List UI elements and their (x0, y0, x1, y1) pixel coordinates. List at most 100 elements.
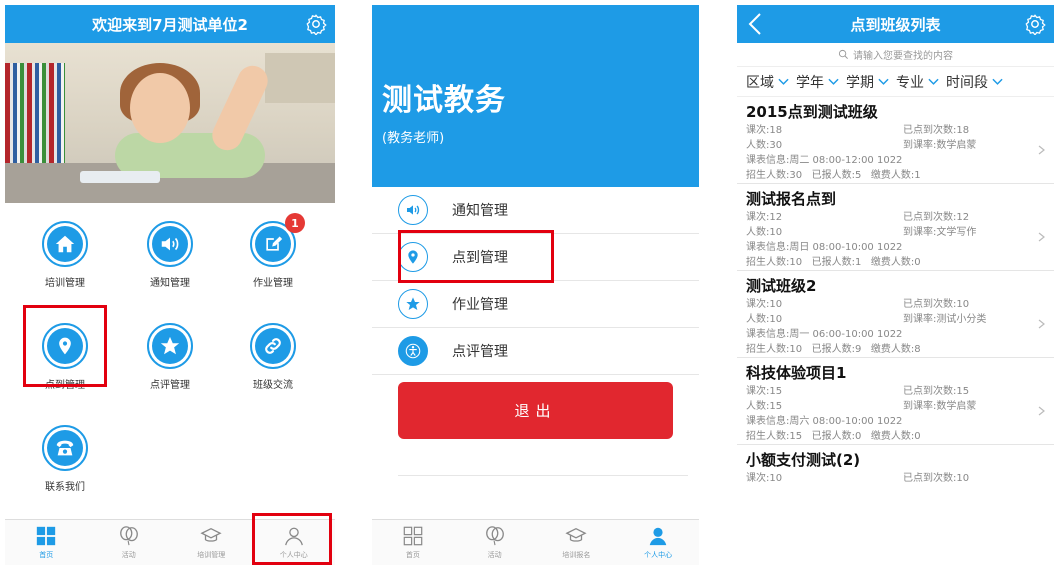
tab-training-signup[interactable]: 培训报名 (536, 520, 618, 565)
grid-icon-fill (255, 226, 291, 262)
star-icon (160, 336, 180, 355)
schedule-info: 课表信息:周日 08:00-10:00 1022 (746, 242, 903, 253)
class-name: 科技体验项目1 (746, 364, 847, 382)
attendance-class-list-screen: 点到班级列表 请输入您要查找的内容 区域 学年 学期 专业 时间段 2015点到… (737, 5, 1054, 565)
chevron-right-icon (1038, 406, 1045, 416)
grid-icon-fill (47, 226, 83, 262)
grid-item-training[interactable]: 培训管理 (20, 221, 110, 289)
girl-face (130, 73, 190, 143)
person-icon (649, 527, 667, 546)
grid-icon (403, 526, 423, 546)
filter-label: 区域 (746, 74, 774, 91)
menu-item-label: 通知管理 (452, 203, 508, 219)
grid-icon-ring (42, 221, 88, 267)
divider (398, 475, 688, 476)
filter-region[interactable]: 区域 (746, 72, 793, 92)
schedule-info: 课表信息:周一 06:00-10:00 1022 (746, 329, 903, 340)
class-list-item[interactable]: 测试班级2 课次:10 已点到次数:10 人数:10 到课率:测试小分类 课表信息:… (737, 271, 1054, 358)
grid-item-label: 通知管理 (150, 278, 190, 289)
gear-icon[interactable] (1024, 13, 1046, 35)
lesson-count: 课次:15 (746, 386, 783, 397)
tab-label: 培训报名 (562, 551, 591, 559)
filter-school-year[interactable]: 学年 (796, 72, 843, 92)
class-name: 2015点到测试班级 (746, 103, 878, 121)
tab-label: 培训管理 (197, 551, 226, 559)
function-grid: 培训管理 通知管理 1 作业管理 点到管理 点评管理 班级交流 联系我们 (5, 203, 335, 503)
header-title: 欢迎来到7月测试单位2 (92, 15, 248, 34)
lesson-count: 课次:10 (746, 299, 783, 310)
tab-label: 首页 (39, 551, 54, 559)
filter-major[interactable]: 专业 (896, 72, 943, 92)
grid-item-class-chat[interactable]: 班级交流 (228, 323, 318, 391)
balloon-icon (485, 526, 504, 546)
gear-icon[interactable] (305, 13, 327, 35)
class-list-item[interactable]: 2015点到测试班级 课次:18 已点到次数:18 人数:30 到课率:数学启蒙 课… (737, 97, 1054, 184)
tab-home[interactable]: 首页 (372, 520, 454, 565)
menu-item-review[interactable]: 点评管理 (372, 328, 699, 375)
schedule-info: 课表信息:周二 08:00-12:00 1022 (746, 155, 903, 166)
tab-profile[interactable]: 个人中心 (617, 520, 699, 565)
grid-item-label: 班级交流 (253, 380, 293, 391)
people-count: 人数:10 (746, 227, 783, 238)
tab-activity[interactable]: 活动 (88, 520, 171, 565)
class-list-item[interactable]: 科技体验项目1 课次:15 已点到次数:15 人数:15 到课率:数学启蒙 课表信息… (737, 358, 1054, 445)
attendance-rate: 到课率:文学写作 (903, 227, 977, 238)
profile-header: 测试教务 (教务老师) (372, 5, 699, 187)
chevron-down-icon (828, 78, 839, 85)
back-arrow-icon[interactable] (747, 12, 763, 36)
menu-item-homework[interactable]: 作业管理 (372, 281, 699, 328)
grid-item-label: 培训管理 (45, 278, 85, 289)
grid-icon (37, 526, 56, 546)
user-role: (教务老师) (382, 131, 445, 146)
menu-icon-ring (398, 336, 428, 366)
tab-label: 个人中心 (644, 551, 673, 559)
enrollment-info: 招生人数:15 已报人数:0 缴费人数:0 (746, 431, 921, 442)
highlight-box (23, 305, 107, 387)
home-icon (55, 235, 75, 253)
attendance-rate: 到课率:数学启蒙 (903, 140, 977, 151)
search-icon (838, 49, 848, 59)
menu-item-notice[interactable]: 通知管理 (372, 187, 699, 234)
grid-item-notice[interactable]: 通知管理 (125, 221, 215, 289)
grid-item-contact[interactable]: 联系我们 (20, 425, 110, 493)
people-count: 人数:30 (746, 140, 783, 151)
mortarboard-icon (200, 527, 222, 542)
grid-item-homework[interactable]: 1 作业管理 (228, 213, 318, 289)
tab-training[interactable]: 培训管理 (170, 520, 253, 565)
search-input[interactable]: 请输入您要查找的内容 (737, 43, 1054, 67)
grid-item-label: 点评管理 (150, 380, 190, 391)
menu-item-label: 点评管理 (452, 344, 508, 360)
tab-label: 活动 (487, 551, 502, 559)
attendance-count: 已点到次数:10 (903, 299, 970, 310)
grid-item-label: 作业管理 (253, 278, 293, 289)
chevron-right-icon (1038, 232, 1045, 242)
grid-item-review[interactable]: 点评管理 (125, 323, 215, 391)
tab-activity[interactable]: 活动 (454, 520, 536, 565)
filter-label: 时间段 (946, 74, 988, 91)
enrollment-info: 招生人数:10 已报人数:9 缴费人数:8 (746, 344, 921, 355)
filter-time-slot[interactable]: 时间段 (946, 72, 1007, 92)
header-title: 点到班级列表 (850, 15, 941, 34)
tab-home[interactable]: 首页 (5, 520, 88, 565)
grid-icon-fill (47, 430, 83, 466)
menu-item-label: 作业管理 (452, 297, 508, 313)
star-icon (406, 297, 420, 310)
logout-button[interactable]: 退出 (398, 382, 673, 439)
class-list-item[interactable]: 小额支付测试(2) 课次:10 已点到次数:10 (737, 445, 1054, 486)
banner-image (5, 43, 335, 203)
tab-bar: 首页 活动 培训报名 个人中心 (372, 519, 699, 565)
attendance-count: 已点到次数:18 (903, 125, 970, 136)
attendance-count: 已点到次数:12 (903, 212, 970, 223)
menu-icon-ring (398, 289, 428, 319)
filter-label: 专业 (896, 74, 924, 91)
enrollment-info: 招生人数:30 已报人数:5 缴费人数:1 (746, 170, 921, 181)
filter-term[interactable]: 学期 (846, 72, 893, 92)
class-list-item[interactable]: 测试报名点到 课次:12 已点到次数:12 人数:10 到课率:文学写作 课表信息:… (737, 184, 1054, 271)
tab-label: 活动 (121, 551, 136, 559)
highlight-box (252, 513, 332, 565)
user-name: 测试教务 (382, 83, 506, 118)
phone-icon (56, 440, 74, 456)
app-header: 点到班级列表 (737, 5, 1054, 43)
notification-badge: 1 (285, 213, 305, 233)
chevron-right-icon (1038, 145, 1045, 155)
